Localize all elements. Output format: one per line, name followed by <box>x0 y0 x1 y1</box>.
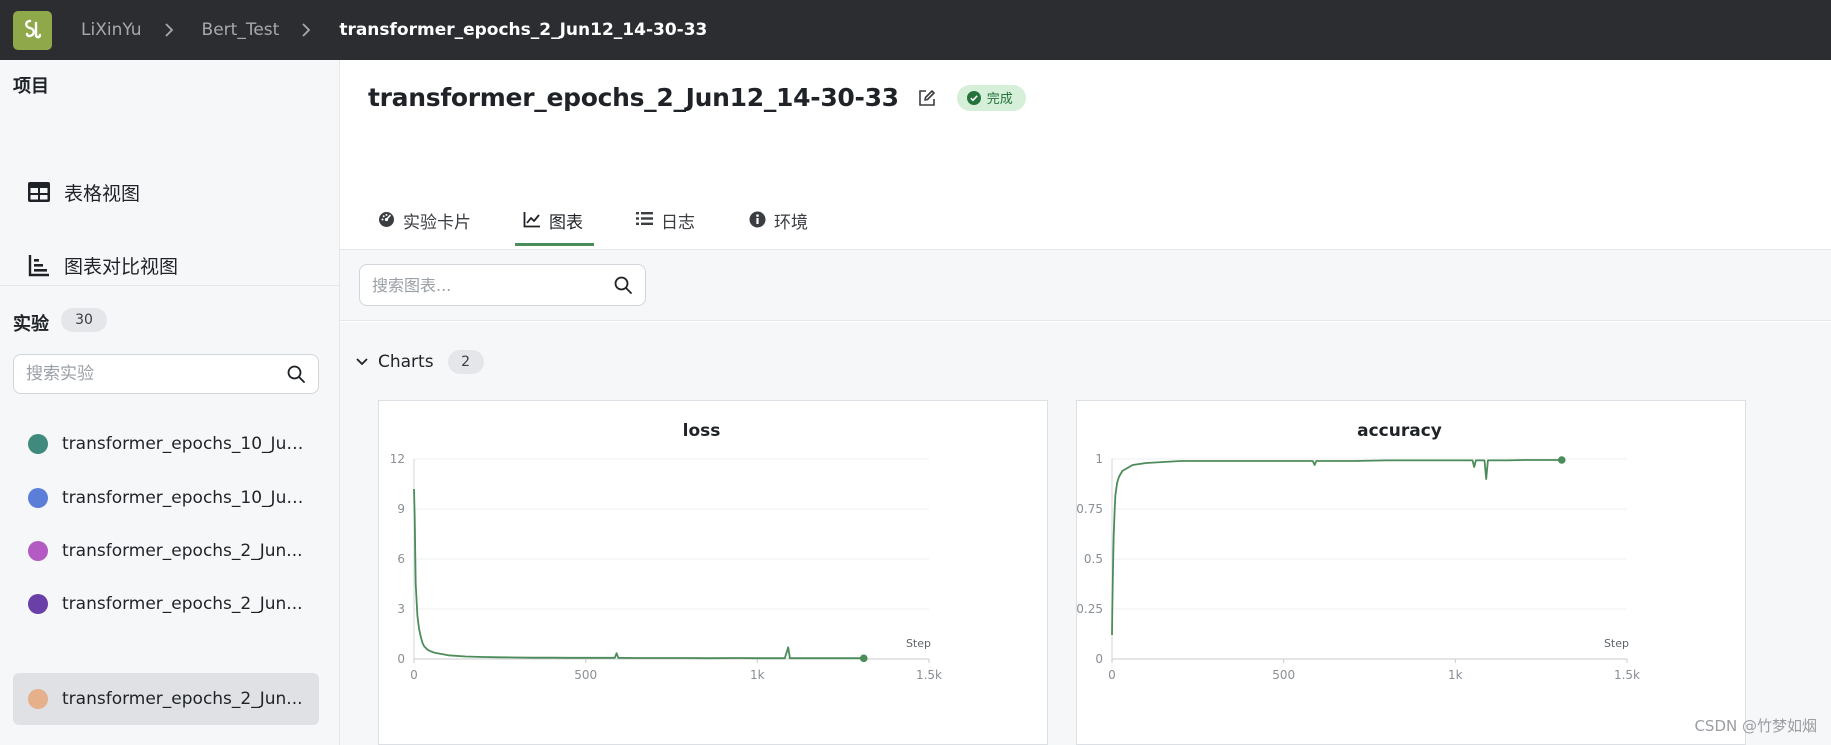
experiment-color-dot <box>28 488 48 508</box>
tab-charts[interactable]: 图表 <box>523 138 583 250</box>
sidebar-item-label: 表格视图 <box>64 182 141 205</box>
chart-compare-icon <box>28 255 49 277</box>
list-icon <box>636 212 653 225</box>
breadcrumb-workspace[interactable]: LiXinYu <box>81 20 142 40</box>
tab-logs[interactable]: 日志 <box>636 138 695 250</box>
chevron-right-icon <box>301 23 311 37</box>
x-tick-label: 0 <box>410 668 418 682</box>
title-row: transformer_epochs_2_Jun12_14-30-33 完成 <box>368 83 1026 112</box>
tab-experiment-card[interactable]: 实验卡片 <box>378 138 471 250</box>
search-icon[interactable] <box>613 275 633 295</box>
x-tick-label: 0 <box>1108 668 1116 682</box>
table-icon <box>28 182 50 202</box>
charts-group-toggle[interactable]: Charts 2 <box>355 350 484 374</box>
experiment-color-dot <box>28 434 48 454</box>
charts-content: Charts 2 loss 0 3 6 9 12 0 500 1k 1.5k Step accura… <box>340 322 1831 745</box>
charts-group-count: 2 <box>447 350 484 374</box>
chart-card-accuracy[interactable]: accuracy 0 0.25 0.5 0.75 1 0 500 1k 1.5k Step <box>1076 400 1746 745</box>
chart-title: accuracy <box>1357 421 1442 441</box>
sidebar-item-table-view[interactable]: 表格视图 <box>13 164 319 220</box>
experiment-name: transformer_epochs_2_Jun... <box>62 689 303 709</box>
main-panel: transformer_epochs_2_Jun12_14-30-33 完成 实… <box>340 60 1831 745</box>
y-tick-label: 0 <box>1095 652 1103 666</box>
chart-card-loss[interactable]: loss 0 3 6 9 12 0 500 1k 1.5k Step <box>378 400 1048 745</box>
x-tick-label: 1.5k <box>1614 668 1640 682</box>
chart-toolbar <box>340 250 1831 321</box>
experiment-name: transformer_epochs_2_Jun... <box>62 594 303 614</box>
app-logo-icon[interactable] <box>13 10 52 50</box>
y-tick-label: 0.5 <box>1084 552 1103 566</box>
y-tick-label: 1 <box>1095 452 1103 466</box>
project-heading: 项目 <box>13 76 49 97</box>
search-icon[interactable] <box>286 364 306 384</box>
experiment-list-item-selected[interactable]: transformer_epochs_2_Jun... <box>13 673 319 725</box>
charts-group-label: Charts <box>378 352 434 372</box>
sidebar-divider <box>0 285 339 286</box>
chevron-down-icon <box>356 358 368 366</box>
watermark: CSDN @竹梦如烟 <box>1694 717 1817 735</box>
x-tick-label: 1k <box>1448 668 1463 682</box>
loss-chart: loss 0 3 6 9 12 0 500 1k 1.5k Step <box>390 421 942 682</box>
line-chart-icon <box>523 212 540 228</box>
experiment-name: transformer_epochs_10_Jun... <box>62 434 307 454</box>
x-tick-label: 500 <box>1272 668 1295 682</box>
edit-icon[interactable] <box>917 88 937 108</box>
breadcrumb-experiment: transformer_epochs_2_Jun12_14-30-33 <box>339 20 708 40</box>
tab-label: 图表 <box>549 213 583 233</box>
chart-title: loss <box>683 421 721 441</box>
tab-label: 实验卡片 <box>403 213 471 233</box>
experiment-list-item[interactable]: transformer_epochs_2_Jun... <box>13 578 319 630</box>
y-tick-label: 0 <box>397 652 405 666</box>
page-title: transformer_epochs_2_Jun12_14-30-33 <box>368 83 899 112</box>
y-tick-label: 6 <box>397 552 405 566</box>
check-circle-icon <box>966 90 981 105</box>
experiment-color-dot <box>28 594 48 614</box>
x-tick-label: 500 <box>574 668 597 682</box>
sidebar: 项目 表格视图 图表对比视图 实验 30 transformer_epoc <box>0 60 340 745</box>
y-tick-label: 0.25 <box>1077 602 1103 616</box>
series-endpoint <box>1557 456 1566 464</box>
tab-environment[interactable]: 环境 <box>749 138 808 250</box>
dashboard-icon <box>379 212 394 227</box>
status-badge: 完成 <box>956 84 1026 111</box>
y-tick-label: 0.75 <box>1077 502 1103 516</box>
top-bar: LiXinYu Bert_Test transformer_epochs_2_J… <box>0 0 1831 60</box>
chart-search-input[interactable] <box>372 275 613 295</box>
experiment-name: transformer_epochs_10_Jun... <box>62 488 307 508</box>
x-tick-label: 1.5k <box>916 668 942 682</box>
y-tick-label: 12 <box>390 452 405 466</box>
chevron-right-icon <box>164 23 174 37</box>
tab-bar: 实验卡片 图表 日志 环境 <box>340 138 1831 250</box>
active-tab-indicator <box>515 243 594 246</box>
experiment-list-item[interactable]: transformer_epochs_2_Jun... <box>13 525 319 577</box>
chart-search <box>359 264 646 306</box>
tab-label: 环境 <box>774 213 808 233</box>
series-line <box>413 488 864 660</box>
breadcrumb-project[interactable]: Bert_Test <box>202 20 280 40</box>
experiments-heading: 实验 <box>13 314 49 335</box>
experiment-color-dot <box>28 541 48 561</box>
experiment-search <box>13 354 319 394</box>
experiment-search-input[interactable] <box>26 364 286 384</box>
sidebar-item-label: 图表对比视图 <box>64 255 179 278</box>
x-axis-label: Step <box>1604 637 1629 650</box>
status-label: 完成 <box>986 92 1013 107</box>
experiment-color-dot <box>28 689 48 709</box>
info-icon <box>749 211 766 228</box>
x-tick-label: 1k <box>750 668 765 682</box>
experiment-name: transformer_epochs_2_Jun... <box>62 541 303 561</box>
experiment-list-item[interactable]: transformer_epochs_10_Jun... <box>13 418 319 470</box>
experiments-count-badge: 30 <box>61 308 107 332</box>
series-endpoint <box>859 654 868 663</box>
experiment-list-item[interactable]: transformer_epochs_10_Jun... <box>13 472 319 524</box>
accuracy-chart: accuracy 0 0.25 0.5 0.75 1 0 500 1k 1.5k Step <box>1077 421 1640 682</box>
y-tick-label: 9 <box>397 502 405 516</box>
y-tick-label: 3 <box>397 602 405 616</box>
tab-label: 日志 <box>661 213 695 233</box>
x-axis-label: Step <box>906 637 931 650</box>
